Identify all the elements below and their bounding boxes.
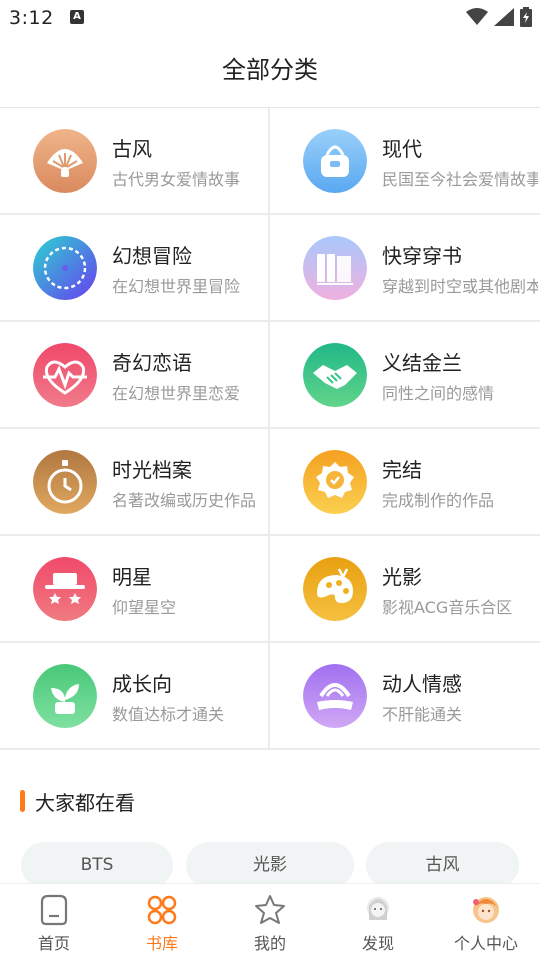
- category-name: 完结: [382, 458, 422, 482]
- book-rainbow-icon: [303, 664, 367, 728]
- star-hat-icon: [33, 557, 97, 621]
- category-desc: 完成制作的作品: [382, 491, 495, 510]
- trending-header: 大家都在看: [20, 788, 135, 815]
- star-icon: [255, 895, 285, 924]
- category-name: 明星: [112, 565, 152, 589]
- page-title: 全部分类: [222, 56, 318, 84]
- tag-chip[interactable]: 光影: [186, 842, 354, 888]
- category-name: 幻想冒险: [112, 244, 192, 268]
- badge-check-icon: [303, 450, 367, 514]
- nav-mine[interactable]: 我的: [216, 884, 324, 960]
- nav-profile[interactable]: 个人中心: [432, 884, 540, 960]
- category-grid: 古风 古代男女爱情故事 现代 民国至今社会爱情故事 幻想冒险 在幻想世界里冒险 …: [0, 107, 540, 750]
- nav-discover[interactable]: 发现: [324, 884, 432, 960]
- library-grid-icon: [147, 895, 177, 925]
- category-name: 成长向: [112, 672, 172, 696]
- stopwatch-icon: [33, 450, 97, 514]
- bottom-nav: 首页 书库 我的 发现 个人中心: [0, 883, 540, 960]
- nav-label: 发现: [361, 934, 394, 953]
- books-icon: [303, 236, 367, 300]
- category-desc: 民国至今社会爱情故事: [382, 170, 538, 189]
- trending-tags: BTS 光影 古风: [21, 842, 540, 888]
- category-desc: 仰望星空: [112, 598, 177, 617]
- heartbeat-icon: [33, 343, 97, 407]
- category-name: 时光档案: [112, 458, 192, 482]
- nav-label: 我的: [253, 934, 286, 953]
- wifi-icon: [466, 8, 488, 25]
- category-name: 光影: [382, 565, 422, 589]
- nav-library[interactable]: 书库: [108, 884, 216, 960]
- category-desc: 影视ACG音乐合区: [382, 598, 513, 617]
- home-icon: [40, 894, 68, 926]
- category-wanjie[interactable]: 完结 完成制作的作品: [270, 429, 540, 534]
- category-yijie-jinlan[interactable]: 义结金兰 同性之间的感情: [270, 322, 540, 427]
- signal-icon: [494, 8, 514, 26]
- category-gufeng[interactable]: 古风 古代男女爱情故事: [0, 108, 270, 213]
- section-accent-bar: [20, 790, 25, 812]
- category-name: 现代: [382, 137, 422, 161]
- status-time: 3:12: [9, 7, 54, 29]
- category-name: 义结金兰: [382, 351, 462, 375]
- category-guangying[interactable]: 光影 影视ACG音乐合区: [270, 536, 540, 641]
- category-desc: 在幻想世界里冒险: [112, 277, 241, 296]
- category-qihuan-lianyu[interactable]: 奇幻恋语 在幻想世界里恋爱: [0, 322, 270, 427]
- palette-icon: [303, 557, 367, 621]
- category-dongren-qinggan[interactable]: 动人情感 不肝能通关: [270, 643, 540, 748]
- handbag-icon: [303, 129, 367, 193]
- category-desc: 名著改编或历史作品: [112, 491, 257, 510]
- compass-icon: [33, 236, 97, 300]
- discover-avatar-icon: [367, 897, 389, 920]
- fan-icon: [33, 129, 97, 193]
- category-mingxing[interactable]: 明星 仰望星空: [0, 536, 270, 641]
- category-shiguang-dangan[interactable]: 时光档案 名著改编或历史作品: [0, 429, 270, 534]
- category-desc: 在幻想世界里恋爱: [112, 384, 241, 403]
- trending-title: 大家都在看: [35, 790, 135, 815]
- tag-chip[interactable]: BTS: [21, 842, 173, 888]
- nav-label: 书库: [145, 934, 178, 953]
- handshake-icon: [303, 343, 367, 407]
- battery-icon: [520, 7, 532, 27]
- category-name: 奇幻恋语: [112, 351, 192, 375]
- nav-label: 个人中心: [453, 934, 518, 953]
- category-desc: 古代男女爱情故事: [112, 170, 241, 189]
- profile-avatar-icon: [473, 897, 499, 923]
- sprout-icon: [33, 664, 97, 728]
- category-huanxiang-maoxian[interactable]: 幻想冒险 在幻想世界里冒险: [0, 215, 270, 320]
- category-desc: 穿越到时空或其他剧本: [382, 277, 538, 296]
- category-xiandai[interactable]: 现代 民国至今社会爱情故事: [270, 108, 540, 213]
- category-kuaichuan[interactable]: 快穿穿书 穿越到时空或其他剧本: [270, 215, 540, 320]
- nav-label: 首页: [37, 934, 70, 953]
- category-chengzhang[interactable]: 成长向 数值达标才通关: [0, 643, 270, 748]
- category-desc: 同性之间的感情: [382, 384, 495, 403]
- category-name: 古风: [112, 137, 152, 161]
- notification-a-icon: A: [70, 10, 84, 24]
- category-name: 动人情感: [382, 672, 462, 696]
- status-icons: [466, 6, 532, 28]
- nav-home[interactable]: 首页: [0, 884, 108, 960]
- tag-chip[interactable]: 古风: [366, 842, 519, 888]
- category-name: 快穿穿书: [382, 244, 462, 268]
- category-desc: 不肝能通关: [382, 705, 463, 724]
- status-bar: 3:12 A: [0, 0, 540, 36]
- category-desc: 数值达标才通关: [112, 705, 225, 724]
